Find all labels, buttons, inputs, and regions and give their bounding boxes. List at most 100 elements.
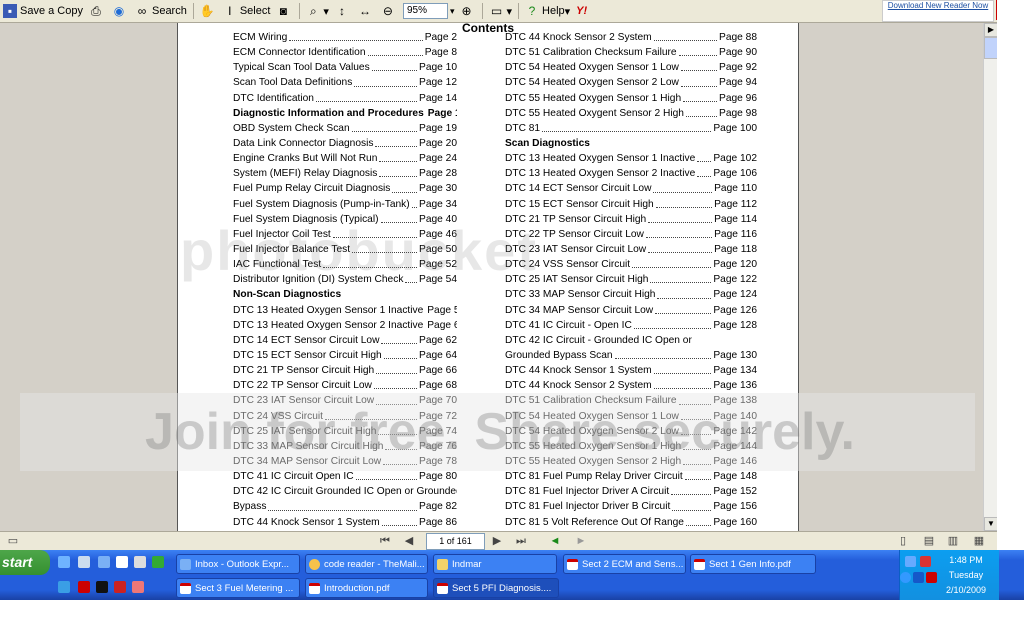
previous-page-icon[interactable]: ◀ [402,534,416,548]
toolbar-divider [299,3,301,19]
hand-tool-button[interactable]: ✋ [197,1,220,21]
toc-entry: DTC 44 Knock Sensor 1 System Page 86 [233,515,457,530]
text-cursor-icon: I [228,4,232,18]
taskbar-button[interactable]: Sect 3 Fuel Metering ... [176,578,300,598]
quicklaunch-media-icon[interactable] [78,556,90,568]
toc-entry-title: DTC 15 ECT Sensor Circuit High [233,349,382,361]
quicklaunch-app4-icon[interactable] [132,581,144,593]
taskbar-button-label: Inbox - Outlook Expr... [195,559,289,570]
continuous-icon[interactable]: ▤ [922,534,936,548]
next-view-icon[interactable]: ► [574,534,588,548]
previous-view-icon[interactable]: ◄ [548,534,562,548]
vertical-scrollbar[interactable]: ▶ ▼ [983,23,998,531]
page-layout-button[interactable]: ▭ ▾ [486,1,515,21]
single-page-icon[interactable]: ▯ [896,534,910,548]
toolbar-divider [192,3,194,19]
tray-arrow-icon[interactable] [900,572,911,583]
quicklaunch-desktop-icon[interactable] [58,556,70,568]
fit-width-button[interactable]: ↔ [355,1,378,21]
toc-leader-dots [289,30,423,42]
toc-entry-title: DTC 44 Knock Sensor 2 System [505,380,652,392]
toc-leader-dots [653,30,718,42]
clock-time[interactable]: 1:48 PM [936,555,996,565]
yahoo-button[interactable]: Y! [573,1,590,21]
quicklaunch-skype-icon[interactable] [58,581,70,593]
taskbar-button[interactable]: Sect 2 ECM and Sens... [563,554,686,574]
continuous-facing-icon[interactable]: ▦ [972,534,986,548]
facing-icon[interactable]: ▥ [946,534,960,548]
start-button[interactable]: start [0,550,50,575]
toc-leader-dots [542,121,712,132]
toc-entry-title: DTC 14 ECT Sensor Circuit Low [233,334,380,346]
toc-entry-title: DTC 13 Heated Oxygen Sensor 2 Inactive [233,319,424,331]
toc-entry: DTC 54 Heated Oxygen Sensor 2 Low Page 94 [505,75,757,90]
quicklaunch-app3-icon[interactable] [114,581,126,593]
toc-entry-page: Page 62 [419,334,457,346]
zoom-dropdown-icon[interactable]: ▾ [450,6,455,17]
first-page-icon[interactable]: ⏮ [378,534,392,548]
taskbar-button[interactable]: Sect 5 PFI Diagnosis.... [433,578,559,598]
panel-toggle-icon[interactable]: ▭ [6,534,20,548]
quicklaunch-app-icon[interactable] [134,556,146,568]
email-button[interactable]: ◉ [109,1,132,21]
toc-entry: Fuel Pump Relay Circuit Diagnosis Page 30 [233,181,457,196]
scroll-down-icon[interactable]: ▼ [984,517,998,531]
taskbar-button[interactable]: Inbox - Outlook Expr... [176,554,300,574]
toc-entry-title: DTC Identification [233,92,314,104]
toc-entry-title: OBD System Check Scan [233,122,350,134]
quicklaunch-messenger-icon[interactable] [152,556,164,568]
scroll-up-icon[interactable]: ▶ [984,23,998,37]
taskbar-button[interactable]: code reader - TheMali... [305,554,428,574]
tray-speaker-icon[interactable] [905,556,916,567]
quicklaunch-outlook-icon[interactable] [116,556,128,568]
toc-entry-title: Fuel Pump Relay Circuit Diagnosis [233,183,391,195]
document-viewer[interactable]: Contents ECM Wiring Page 2 ECM Connector I… [0,23,997,531]
quicklaunch-pdf-icon[interactable] [78,581,90,593]
select-tool-button[interactable]: I Select [220,1,274,21]
zoom-in-tool-button[interactable]: ⌕ ▾ [303,1,332,21]
toolbar-divider [518,3,520,19]
toc-leader-dots [697,151,712,163]
last-page-icon[interactable]: ⏭ [514,534,528,548]
next-page-icon[interactable]: ▶ [490,534,504,548]
ie-icon [309,559,320,570]
photobucket-watermark: photobucket [180,219,538,282]
toc-entry: DTC 81 Page 100 [505,121,757,136]
camera-icon: ◙ [279,4,288,18]
taskbar-button[interactable]: Introduction.pdf [305,578,428,598]
taskbar-button[interactable]: Sect 1 Gen Info.pdf [690,554,816,574]
tray-antivirus-icon[interactable] [920,556,931,567]
window-edge [997,0,1024,600]
page-number-field[interactable]: 1 of 161 [426,533,485,550]
download-reader-link[interactable]: Download New Reader Now [882,0,994,22]
toc-entry-page: Page 128 [713,319,757,331]
toc-entry-page: Page 68 [419,380,457,392]
toc-entry-page: Page 19 [419,122,457,134]
zoom-out-button[interactable]: ⊖ [378,1,401,21]
tray-bluetooth-icon[interactable] [913,572,924,583]
pdf-icon [567,559,578,570]
taskbar-button-label: Sect 5 PFI Diagnosis.... [452,583,552,594]
help-button[interactable]: ? Help ▾ [522,1,573,21]
toc-entry-page: Page 34 [419,198,457,210]
fold-icon [437,559,448,570]
save-copy-button[interactable]: ▪ Save a Copy [0,1,86,21]
print-button[interactable]: ⎙ [86,1,109,21]
taskbar-button-label: Sect 1 Gen Info.pdf [709,559,791,570]
zoom-in-button[interactable]: ⊕ [456,1,479,21]
printer-icon: ⎙ [91,4,101,18]
search-button[interactable]: ∞ Search [132,1,190,21]
pdf-icon [437,583,448,594]
toc-entry: DTC 54 Heated Oxygen Sensor 1 Low Page 92 [505,60,757,75]
zoom-level-input[interactable]: 95% [402,3,448,19]
scroll-thumb[interactable] [984,37,998,59]
toc-entry-title: DTC 81 5 Volt Reference Out Of Range [505,516,684,528]
toc-entry-title: DTC 22 TP Sensor Circuit Low [233,380,372,392]
actual-size-button[interactable]: ↕ [332,1,355,21]
quicklaunch-app2-icon[interactable] [96,581,108,593]
snapshot-button[interactable]: ◙ [273,1,296,21]
taskbar-button-label: Sect 2 ECM and Sens... [582,559,684,570]
toc-entry-page: Page 134 [713,365,757,377]
quicklaunch-ie-icon[interactable] [98,556,110,568]
taskbar-button[interactable]: Indmar [433,554,557,574]
